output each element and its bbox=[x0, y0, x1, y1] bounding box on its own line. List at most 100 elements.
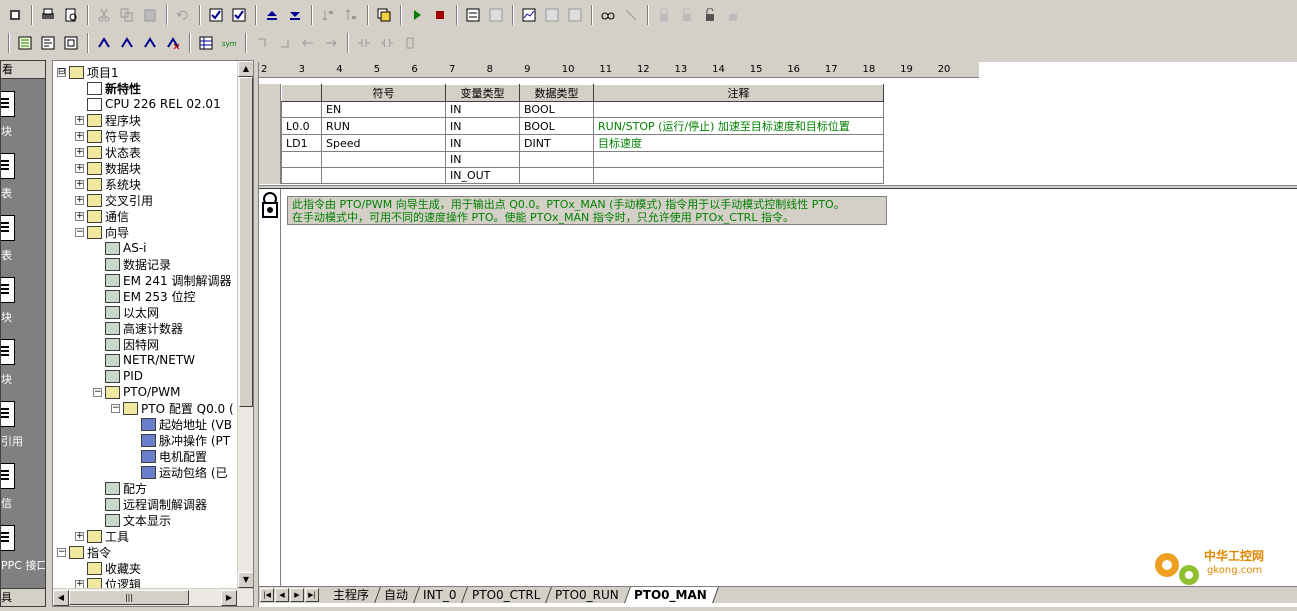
ladder-view-button[interactable] bbox=[14, 32, 36, 54]
cell-vartype[interactable]: IN bbox=[445, 151, 520, 168]
cell-symbol[interactable] bbox=[321, 151, 446, 168]
cut-button[interactable] bbox=[93, 4, 115, 26]
tree-item[interactable]: + 交叉引用 bbox=[75, 192, 153, 208]
tree-item[interactable]: + 程序块 bbox=[75, 112, 141, 128]
line-up-button[interactable] bbox=[274, 32, 296, 54]
insert-network-button[interactable] bbox=[93, 32, 115, 54]
tree-item[interactable]: ⊟ 项目1 bbox=[57, 64, 119, 80]
write-all-button[interactable] bbox=[564, 4, 586, 26]
tree-item[interactable]: − 指令 bbox=[57, 544, 111, 560]
tree-item[interactable]: − PTO 配置 Q0.0 ( bbox=[111, 400, 234, 416]
unlock-button[interactable] bbox=[676, 4, 698, 26]
tree-item[interactable]: 远程调制解调器 bbox=[93, 496, 207, 512]
tree-item[interactable]: + 数据块 bbox=[75, 160, 141, 176]
paste-button[interactable] bbox=[139, 4, 161, 26]
cell-symbol[interactable]: RUN bbox=[321, 117, 446, 135]
toggle-poi-button[interactable] bbox=[139, 32, 161, 54]
expand-toggle-icon[interactable]: + bbox=[75, 531, 84, 541]
navbar-item[interactable]: 块 bbox=[1, 91, 45, 151]
navbar-item[interactable]: 引用 bbox=[1, 401, 45, 461]
upload-button[interactable] bbox=[261, 4, 283, 26]
cell-vartype[interactable]: IN bbox=[445, 134, 520, 152]
undo-button[interactable] bbox=[172, 4, 194, 26]
table-row[interactable]: L0.0 RUN IN BOOL RUN/STOP (运行/停止) 加速至目标速度和目标… bbox=[281, 117, 884, 135]
scroll-up-icon[interactable]: ▲ bbox=[238, 61, 253, 77]
tree-item[interactable]: 高速计数器 bbox=[93, 320, 183, 336]
cell-vartype[interactable]: IN_OUT bbox=[445, 167, 520, 184]
tree-vertical-scrollbar[interactable]: ▲ ▼ bbox=[237, 61, 253, 588]
cell-symbol[interactable] bbox=[321, 167, 446, 184]
tree-item[interactable]: CPU 226 REL 02.01 bbox=[75, 96, 221, 112]
cell-comment[interactable] bbox=[593, 151, 884, 168]
scroll-down-icon[interactable]: ▼ bbox=[238, 572, 253, 588]
expand-toggle-icon[interactable]: − bbox=[75, 227, 84, 237]
stl-view-button[interactable] bbox=[37, 32, 59, 54]
tree-item[interactable]: 配方 bbox=[93, 480, 147, 496]
column-header[interactable]: 注释 bbox=[593, 84, 884, 102]
unlock-all-button[interactable] bbox=[699, 4, 721, 26]
cell-datatype[interactable]: BOOL bbox=[519, 101, 594, 118]
line-down-button[interactable] bbox=[251, 32, 273, 54]
table-row[interactable]: IN bbox=[281, 151, 884, 168]
cell-comment[interactable]: RUN/STOP (运行/停止) 加速至目标速度和目标位置 bbox=[593, 117, 884, 135]
program-tab[interactable]: PTO0_MAN bbox=[624, 587, 719, 603]
tree-item[interactable]: + 符号表 bbox=[75, 128, 141, 144]
scroll-thumb[interactable]: ||| bbox=[69, 590, 189, 605]
column-header[interactable]: 变量类型 bbox=[445, 84, 520, 102]
cell-vartype[interactable]: IN bbox=[445, 117, 520, 135]
print-preview-button[interactable] bbox=[60, 4, 82, 26]
sort-ascending-button[interactable] bbox=[317, 4, 339, 26]
tree-item[interactable]: − PTO/PWM bbox=[93, 384, 181, 400]
project-button[interactable] bbox=[4, 4, 26, 26]
compile-button[interactable] bbox=[205, 4, 227, 26]
insert-box-button[interactable] bbox=[399, 32, 421, 54]
fbd-view-button[interactable] bbox=[60, 32, 82, 54]
tree-item[interactable]: 以太网 bbox=[93, 304, 159, 320]
force-button[interactable] bbox=[597, 4, 619, 26]
scroll-thumb[interactable] bbox=[239, 77, 253, 407]
copy-button[interactable] bbox=[116, 4, 138, 26]
run-button[interactable] bbox=[406, 4, 428, 26]
expand-toggle-icon[interactable]: + bbox=[75, 131, 84, 141]
cell-datatype[interactable]: BOOL bbox=[519, 117, 594, 135]
expand-toggle-icon[interactable]: ⊟ bbox=[57, 67, 66, 77]
column-header[interactable]: 符号 bbox=[321, 84, 446, 102]
cell-vartype[interactable]: IN bbox=[445, 101, 520, 118]
tree-item[interactable]: 脉冲操作 (PT bbox=[129, 432, 230, 448]
cell-symbol[interactable]: Speed bbox=[321, 134, 446, 152]
line-left-button[interactable] bbox=[297, 32, 319, 54]
tree-item[interactable]: − 向导 bbox=[75, 224, 129, 240]
line-right-button[interactable] bbox=[320, 32, 342, 54]
cell-addr[interactable]: LD1 bbox=[281, 134, 322, 152]
cell-addr[interactable]: L0.0 bbox=[281, 117, 322, 135]
cell-addr[interactable] bbox=[281, 101, 322, 118]
lock-button[interactable] bbox=[653, 4, 675, 26]
cell-symbol[interactable]: EN bbox=[321, 101, 446, 118]
print-button[interactable] bbox=[37, 4, 59, 26]
symbol-table-button[interactable] bbox=[195, 32, 217, 54]
navbar-item[interactable]: 块 bbox=[1, 277, 45, 337]
tree-item[interactable]: 新特性 bbox=[75, 80, 141, 96]
column-header[interactable] bbox=[281, 84, 322, 102]
program-tab[interactable]: PTO0_CTRL bbox=[462, 587, 552, 603]
splitter-bar[interactable] bbox=[259, 185, 1297, 189]
cell-comment[interactable]: 目标速度 bbox=[593, 134, 884, 152]
insert-coil-button[interactable] bbox=[376, 32, 398, 54]
tree-item[interactable]: + 状态表 bbox=[75, 144, 141, 160]
expand-toggle-icon[interactable]: + bbox=[75, 179, 84, 189]
sort-descending-button[interactable] bbox=[340, 4, 362, 26]
tree-item[interactable]: EM 253 位控 bbox=[93, 288, 195, 304]
insert-contact-button[interactable] bbox=[353, 32, 375, 54]
tab-first-icon[interactable]: |◀ bbox=[260, 588, 274, 602]
program-tab[interactable]: 主程序 bbox=[324, 587, 381, 603]
column-header[interactable]: 数据类型 bbox=[519, 84, 594, 102]
cell-datatype[interactable] bbox=[519, 167, 594, 184]
cell-datatype[interactable]: DINT bbox=[519, 134, 594, 152]
cell-addr[interactable] bbox=[281, 167, 322, 184]
navbar-item[interactable]: 信 bbox=[1, 463, 45, 523]
tree-item[interactable]: 文本显示 bbox=[93, 512, 171, 528]
program-comment[interactable]: 此指令由 PTO/PWM 向导生成，用于输出点 Q0.0。PTOx_MAN (手… bbox=[287, 196, 887, 225]
cell-comment[interactable] bbox=[593, 101, 884, 118]
status-chart-button[interactable] bbox=[485, 4, 507, 26]
tree-item[interactable]: + 工具 bbox=[75, 528, 129, 544]
